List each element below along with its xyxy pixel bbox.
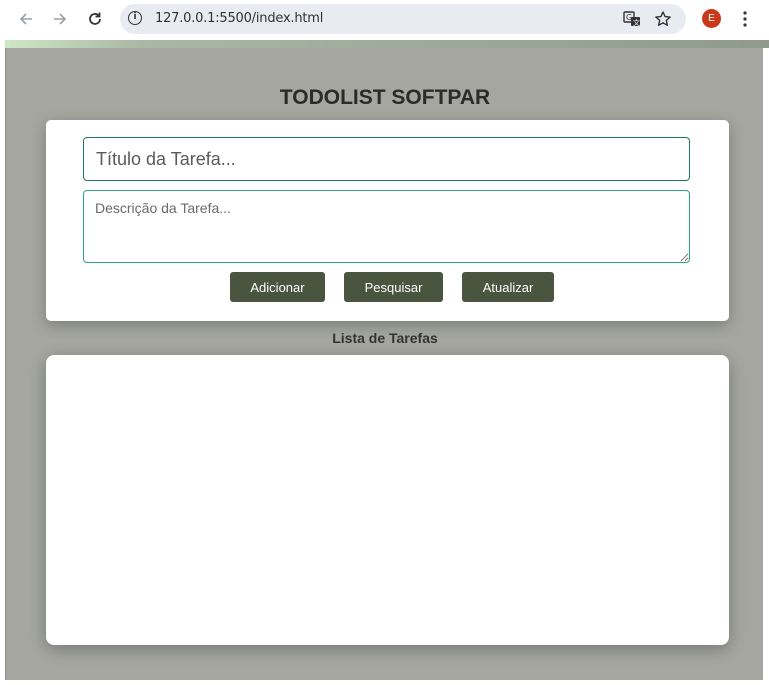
task-form-card: Adicionar Pesquisar Atualizar [46, 120, 729, 321]
reload-icon [89, 12, 101, 25]
page-body: TODOLIST SOFTPAR Adicionar Pesquisar Atu… [5, 48, 764, 680]
window-edge-bottom [0, 680, 769, 685]
kebab-menu-icon[interactable] [736, 8, 754, 30]
translate-icon[interactable]: G文 [622, 9, 642, 29]
svg-text:文: 文 [633, 18, 640, 27]
window-edge [763, 48, 769, 685]
page-title: TODOLIST SOFTPAR [279, 86, 491, 109]
arrow-right-icon [54, 13, 67, 25]
star-icon[interactable] [653, 9, 673, 29]
task-title-input[interactable] [83, 137, 690, 181]
search-button[interactable]: Pesquisar [344, 272, 443, 302]
back-button[interactable] [14, 7, 38, 31]
info-icon[interactable]: i [128, 11, 142, 25]
forward-button[interactable] [48, 7, 72, 31]
task-description-input[interactable] [83, 190, 690, 263]
arrow-left-icon [19, 13, 32, 25]
add-button[interactable]: Adicionar [230, 272, 325, 302]
update-button[interactable]: Atualizar [462, 272, 554, 302]
url-text[interactable]: 127.0.0.1:5500/index.html [155, 11, 323, 26]
reload-button[interactable] [83, 7, 107, 31]
browser-toolbar: i 127.0.0.1:5500/index.html G文 E [0, 0, 769, 38]
page-load-bar [5, 40, 769, 48]
address-bar[interactable]: i 127.0.0.1:5500/index.html G文 [120, 4, 686, 34]
profile-avatar[interactable]: E [702, 9, 721, 28]
task-list-heading: Lista de Tarefas [332, 330, 438, 346]
task-list [46, 355, 729, 645]
